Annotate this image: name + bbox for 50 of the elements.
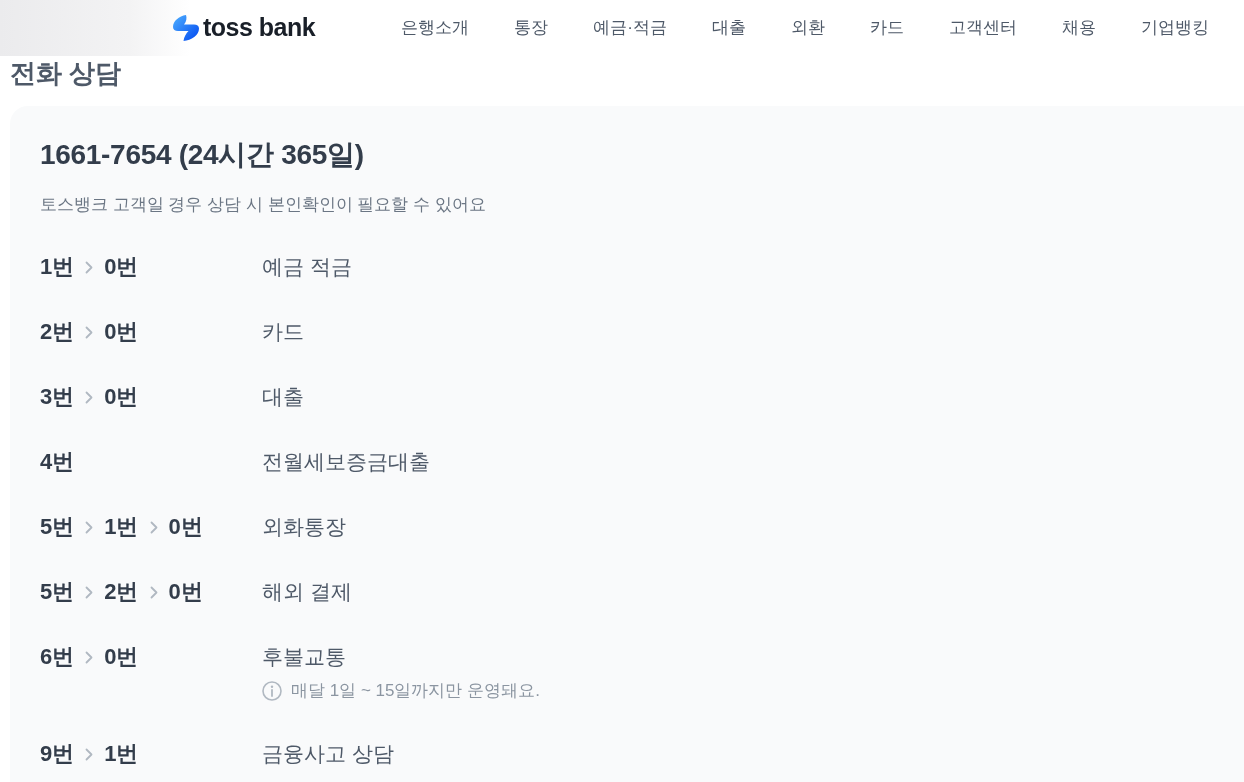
menu-number: 6번: [40, 643, 75, 671]
menu-number: 1번: [104, 513, 139, 541]
nav-link[interactable]: 대출: [711, 15, 746, 41]
nav-link[interactable]: 고객센터: [948, 15, 1017, 41]
phone-number-title: 1661-7654 (24시간 365일): [40, 138, 365, 172]
menu-number: 1번: [40, 253, 75, 281]
menu-number: 3번: [40, 383, 75, 411]
menu-label: 예금 적금: [262, 254, 352, 280]
nav-link[interactable]: 통장: [514, 15, 549, 41]
menu-number: 0번: [168, 513, 203, 541]
menu-label: 외화통장: [262, 514, 346, 540]
logo-text[interactable]: toss bank: [203, 9, 316, 47]
menu-label: 카드: [262, 319, 304, 345]
nav-link[interactable]: 외환: [790, 15, 825, 41]
menu-number: 0번: [104, 643, 139, 671]
menu-number: 0번: [104, 253, 139, 281]
nav-link[interactable]: 기업뱅킹: [1140, 15, 1209, 41]
nav-link[interactable]: 카드: [869, 15, 904, 41]
logo-icon[interactable]: [173, 15, 199, 41]
chevron-right-icon: [85, 585, 94, 599]
chevron-right-icon: [85, 650, 94, 664]
menu-number: 4번: [40, 448, 75, 476]
menu-number: 0번: [168, 578, 203, 606]
chevron-right-icon: [149, 520, 158, 534]
card-subtitle: 토스뱅크 고객일 경우 상담 시 본인확인이 필요할 수 있어요: [40, 194, 487, 216]
note-text: 매달 1일 ~ 15일까지만 운영돼요.: [291, 680, 540, 702]
nav-link[interactable]: 채용: [1061, 15, 1096, 41]
menu-label: 후불교통: [262, 644, 347, 670]
menu-number: 9번: [40, 740, 75, 768]
chevron-right-icon: [85, 325, 94, 339]
chevron-right-icon: [149, 585, 158, 599]
menu-label: 금융사고 상담: [262, 741, 394, 767]
page-title: 전화 상담: [10, 57, 123, 90]
nav-link[interactable]: 은행소개: [401, 15, 470, 41]
menu-label: 대출: [262, 384, 304, 410]
info-icon: [262, 681, 282, 701]
chevron-right-icon: [85, 747, 94, 761]
chevron-right-icon: [85, 390, 94, 404]
chevron-right-icon: [85, 520, 94, 534]
menu-number: 5번: [40, 578, 75, 606]
menu-number: 2번: [40, 318, 75, 346]
nav-link[interactable]: 예금·적금: [593, 15, 667, 41]
menu-label: 전월세보증금대출: [262, 449, 430, 475]
menu-number: 0번: [104, 318, 139, 346]
chevron-right-icon: [85, 260, 94, 274]
menu-number: 2번: [104, 578, 139, 606]
menu-label: 해외 결제: [262, 579, 352, 605]
menu-number: 5번: [40, 513, 75, 541]
menu-number: 0번: [104, 383, 139, 411]
menu-number: 1번: [104, 740, 139, 768]
